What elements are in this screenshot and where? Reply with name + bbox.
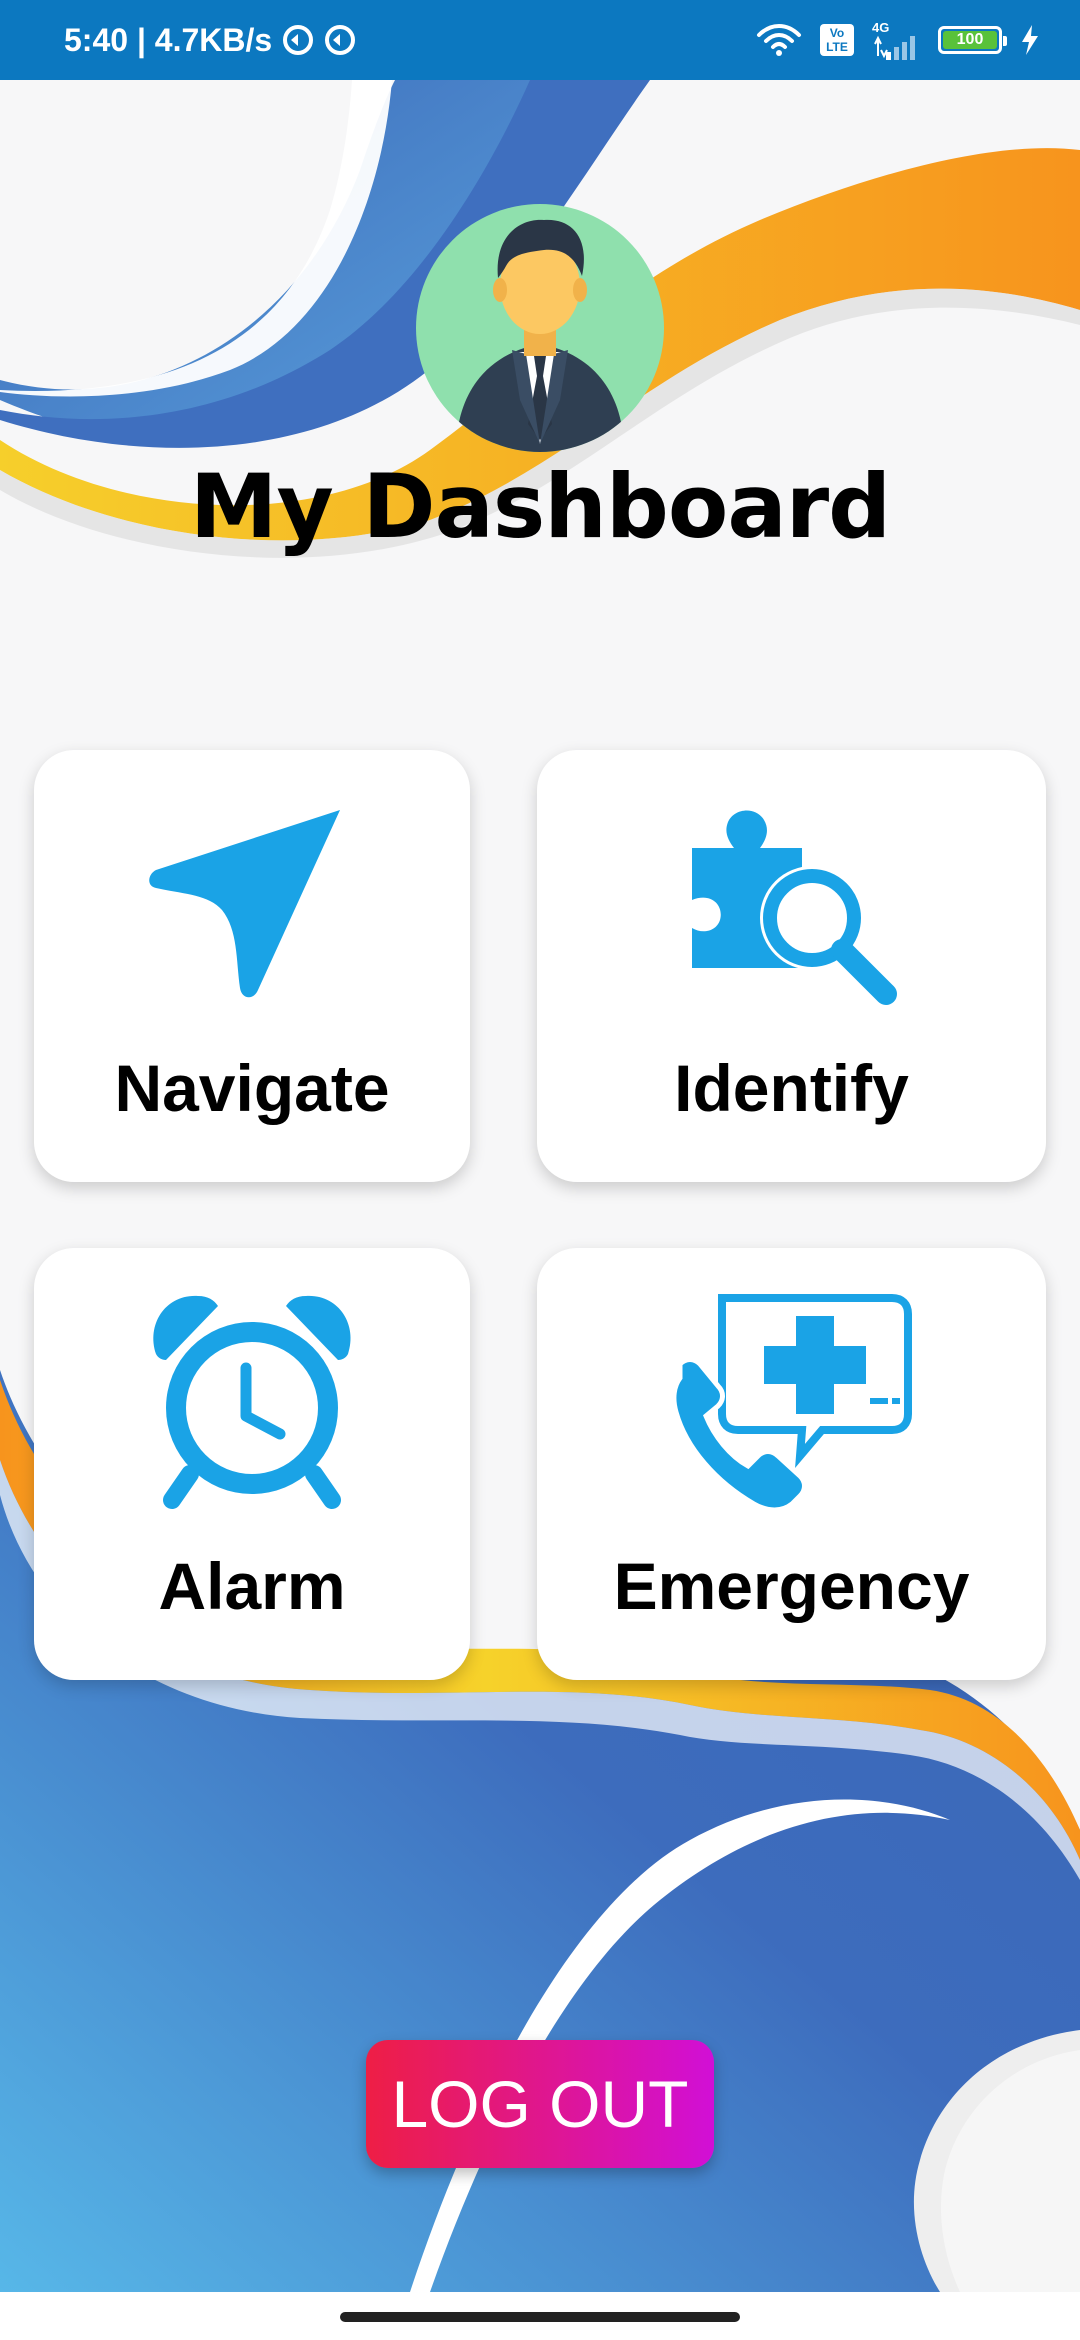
sync-icon — [325, 25, 356, 55]
puzzle-search-icon — [691, 810, 897, 1005]
battery-level: 100 — [943, 31, 997, 49]
dashboard-screen: 5:40 | 4.7KB/s Vo LTE 4G 100 My Dashboar… — [0, 0, 1080, 2340]
navigation-bar — [0, 2292, 1080, 2340]
emergency-label: Emergency — [613, 1549, 970, 1623]
logout-button[interactable]: LOG OUT — [366, 2040, 714, 2168]
battery-icon: 100 — [938, 26, 1007, 54]
home-indicator[interactable] — [340, 2312, 740, 2322]
status-left: 5:40 | 4.7KB/s — [64, 0, 356, 80]
volte-top: Vo — [829, 26, 845, 40]
navigate-card[interactable]: Navigate — [34, 750, 470, 1182]
status-time-speed: 5:40 | 4.7KB/s — [64, 21, 273, 58]
user-avatar-icon — [456, 219, 624, 452]
emergency-call-icon — [671, 1294, 912, 1513]
signal-icon — [874, 35, 915, 60]
navigate-label: Navigate — [114, 1051, 390, 1125]
status-right: Vo LTE 4G 100 — [756, 0, 1040, 80]
volte-bottom: LTE — [826, 40, 848, 54]
page-title: My Dashboard — [189, 455, 891, 558]
navigation-arrow-icon — [149, 810, 340, 998]
emergency-card[interactable]: Emergency — [537, 1248, 1046, 1680]
avatar[interactable] — [416, 204, 664, 452]
volte-icon: Vo LTE — [820, 24, 854, 56]
charging-icon — [1022, 25, 1038, 55]
alarm-label: Alarm — [158, 1549, 346, 1623]
alarm-clock-icon — [153, 1295, 351, 1509]
alarm-card[interactable]: Alarm — [34, 1248, 470, 1680]
wifi-icon — [757, 24, 801, 56]
status-bar: 5:40 | 4.7KB/s Vo LTE 4G 100 — [0, 0, 1080, 80]
signal-group: 4G — [872, 21, 920, 60]
identify-card[interactable]: Identify — [537, 750, 1046, 1182]
sync-icon — [283, 25, 314, 55]
identify-label: Identify — [674, 1051, 909, 1125]
network-type: 4G — [872, 19, 890, 35]
